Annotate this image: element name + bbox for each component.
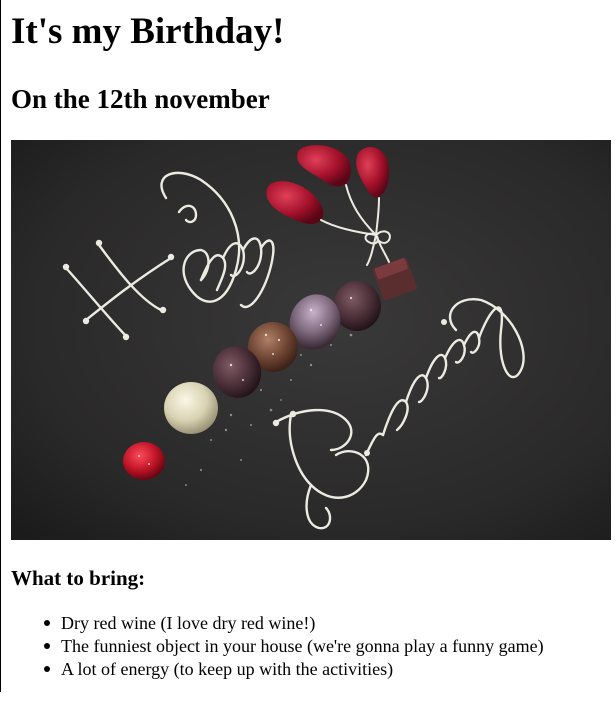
list-item-text: The funniest object in your house (we're…	[61, 636, 544, 656]
bullet-icon	[44, 643, 50, 649]
list-item: Dry red wine (I love dry red wine!)	[37, 612, 616, 635]
bullet-icon	[44, 666, 50, 672]
left-border	[0, 0, 1, 692]
bring-list: Dry red wine (I love dry red wine!) The …	[37, 612, 616, 681]
birthday-photo	[11, 140, 611, 540]
list-item: A lot of energy (to keep up with the act…	[37, 658, 616, 681]
list-item: The funniest object in your house (we're…	[37, 635, 616, 658]
page-title: It's my Birthday!	[11, 11, 285, 52]
list-item-text: A lot of energy (to keep up with the act…	[61, 659, 394, 679]
bullet-icon	[44, 620, 50, 626]
bring-heading: What to bring:	[11, 566, 146, 590]
page-subtitle: On the 12th november	[11, 84, 270, 114]
list-item-text: Dry red wine (I love dry red wine!)	[61, 613, 316, 633]
